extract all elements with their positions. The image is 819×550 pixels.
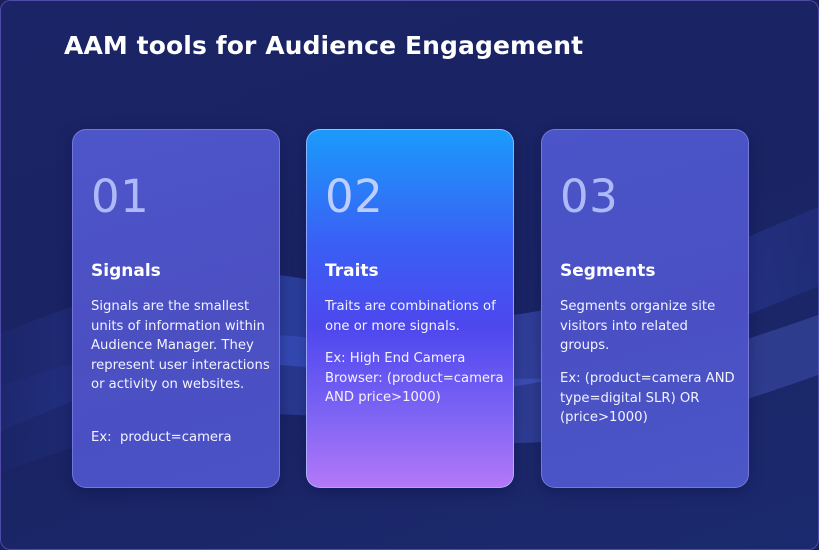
card-description: Signals are the smallest units of inform… xyxy=(91,299,270,393)
card-number: 03 xyxy=(560,170,619,223)
card-traits: 02 Traits Traits are combinations of one… xyxy=(306,129,514,488)
card-example: Ex: (product=camera AND type=digital SLR… xyxy=(560,371,739,426)
card-example: Ex: High End Camera Browser: (product=ca… xyxy=(325,351,508,406)
card-description: Traits are combinations of one or more s… xyxy=(325,299,496,334)
card-example: Ex: product=camera xyxy=(91,430,232,445)
card-number: 01 xyxy=(91,170,150,223)
slide-title: AAM tools for Audience Engagement xyxy=(64,31,584,60)
card-title: Traits xyxy=(325,261,379,281)
card-title: Segments xyxy=(560,261,656,281)
card-description: Segments organize site visitors into rel… xyxy=(560,299,716,354)
card-segments: 03 Segments Segments organize site visit… xyxy=(541,129,749,488)
card-signals: 01 Signals Signals are the smallest unit… xyxy=(72,129,280,488)
card-title: Signals xyxy=(91,261,161,281)
card-number: 02 xyxy=(325,170,384,223)
slide: AAM tools for Audience Engagement 01 Sig… xyxy=(0,0,819,550)
